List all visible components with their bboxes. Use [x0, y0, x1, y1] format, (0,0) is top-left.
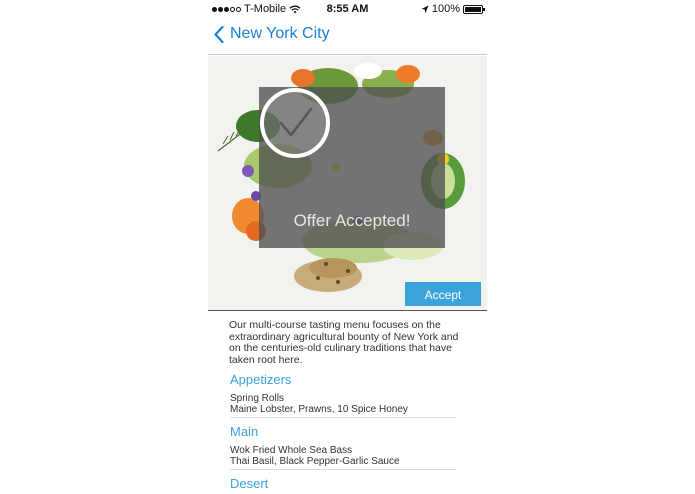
location-arrow-icon	[421, 5, 429, 13]
menu-item-name: Spring Rolls	[230, 393, 284, 404]
menu-item[interactable]: Spring Rolls Maine Lobster, Prawns, 10 S…	[230, 393, 456, 418]
section-title-desert: Desert	[230, 476, 269, 491]
back-button[interactable]: New York City	[214, 25, 330, 43]
menu-content: Our multi-course tasting menu focuses on…	[229, 319, 464, 491]
battery-fill	[465, 6, 481, 12]
chevron-left-icon	[214, 25, 224, 43]
section-title-appetizers: Appetizers	[230, 372, 292, 387]
hero-divider	[208, 310, 487, 311]
phone-screen: T-Mobile 8:55 AM 100% New York City Offe…	[208, 0, 487, 494]
restaurant-description: Our multi-course tasting menu focuses on…	[229, 319, 459, 366]
offer-accepted-overlay: Offer Accepted!	[259, 87, 445, 248]
navigation-bar: New York City	[208, 18, 487, 55]
accept-button[interactable]: Accept	[405, 282, 481, 306]
menu-item-detail: Maine Lobster, Prawns, 10 Spice Honey	[230, 404, 408, 415]
menu-item-detail: Thai Basil, Black Pepper-Garlic Sauce	[230, 456, 400, 467]
battery-percent: 100%	[431, 3, 460, 15]
back-button-label: New York City	[230, 25, 330, 42]
menu-item-name: Wok Fried Whole Sea Bass	[230, 445, 353, 456]
dish-photo: Offer Accepted! Accept	[208, 56, 487, 310]
status-bar: T-Mobile 8:55 AM 100%	[208, 0, 487, 18]
checkmark-circle-icon	[260, 88, 330, 158]
menu-item[interactable]: Wok Fried Whole Sea Bass Thai Basil, Bla…	[230, 445, 456, 470]
offer-accepted-text: Offer Accepted!	[293, 211, 411, 230]
status-right: 100%	[421, 3, 485, 15]
battery-icon	[463, 4, 485, 14]
section-title-main: Main	[230, 424, 259, 439]
